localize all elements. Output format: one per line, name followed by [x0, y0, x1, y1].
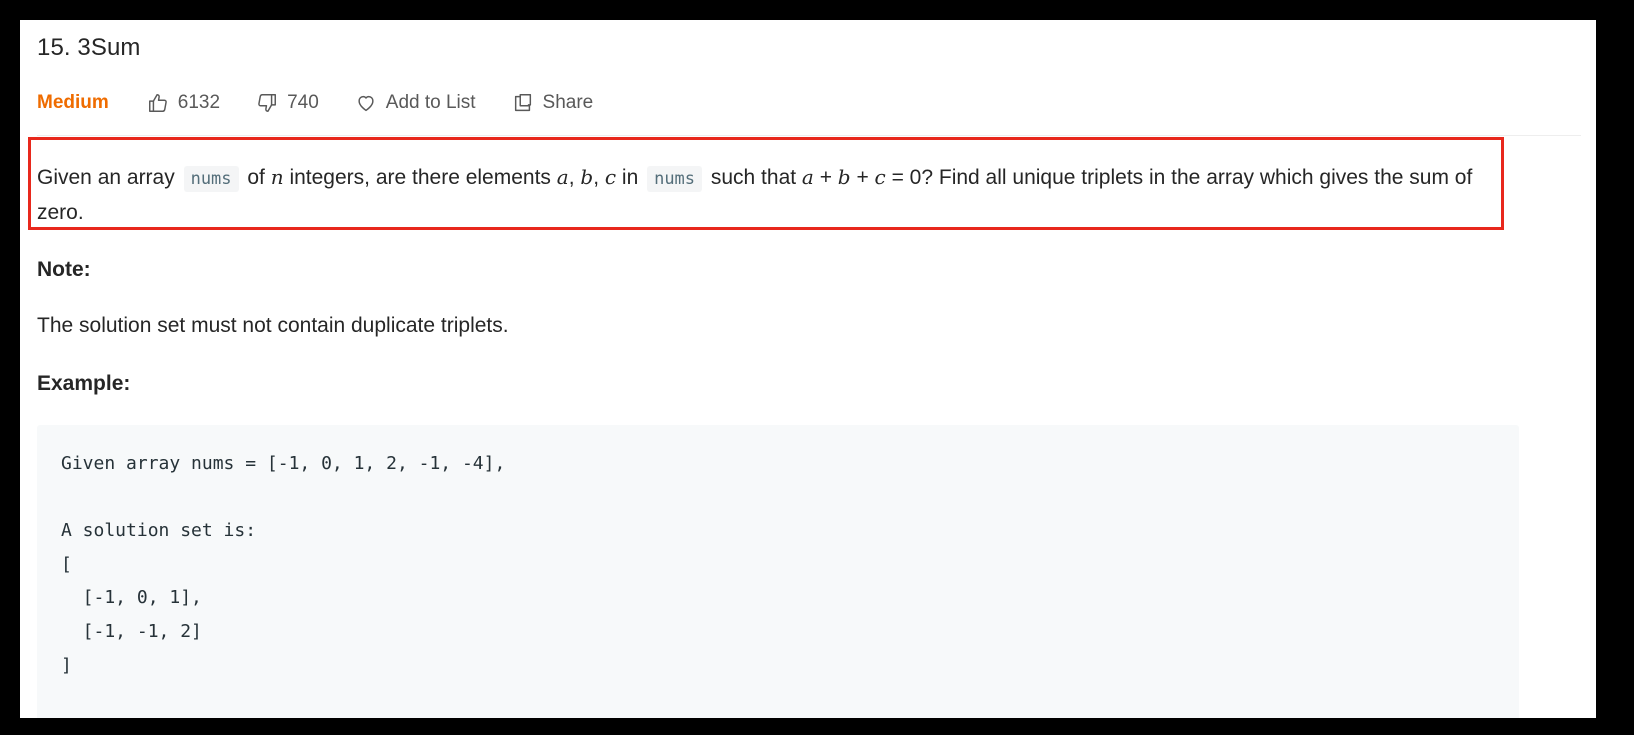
example-code: Given array nums = [-1, 0, 1, 2, -1, -4]… [61, 453, 506, 676]
desc-text: integers, are there elements [283, 166, 557, 189]
dislike-button[interactable]: 740 [256, 92, 319, 114]
like-button[interactable]: 6132 [147, 92, 220, 114]
share-button[interactable]: Share [512, 92, 594, 114]
inline-code-nums: nums [647, 166, 703, 192]
like-count: 6132 [177, 92, 221, 113]
desc-text: + [850, 166, 875, 189]
math-var: a [801, 165, 814, 189]
math-var: b [580, 165, 594, 189]
example-code-block: Given array nums = [-1, 0, 1, 2, -1, -4]… [37, 425, 1519, 718]
desc-text: in [616, 166, 645, 189]
math-var: c [874, 165, 886, 189]
math-var: c [604, 165, 617, 189]
desc-text: Given an array [37, 166, 181, 189]
header-divider [37, 135, 1581, 136]
problem-meta-row: Medium 6132 740 Add to List Share [37, 86, 629, 120]
note-text: The solution set must not contain duplic… [37, 314, 509, 337]
thumbs-up-icon [148, 94, 167, 112]
desc-text: such that [705, 166, 802, 189]
problem-description: Given an array nums of n integers, are t… [37, 160, 1517, 230]
math-var: a [556, 165, 569, 189]
example-heading: Example: [37, 372, 131, 395]
share-label: Share [542, 92, 594, 113]
add-to-list-label: Add to List [385, 92, 476, 113]
desc-text: , [568, 166, 581, 189]
math-var: b [837, 165, 851, 189]
desc-text: , [593, 166, 605, 189]
difficulty-label: Medium [37, 92, 109, 113]
desc-text: of [241, 166, 271, 189]
heart-icon [358, 95, 374, 112]
note-heading: Note: [37, 258, 91, 281]
math-var: n [270, 165, 284, 189]
share-icon [514, 94, 531, 112]
problem-panel: 15. 3Sum Medium 6132 740 Add to List Sha… [20, 20, 1596, 718]
inline-code-nums: nums [183, 166, 239, 192]
problem-title: 15. 3Sum [37, 34, 141, 61]
dislike-count: 740 [287, 92, 319, 113]
add-to-list-button[interactable]: Add to List [355, 92, 476, 114]
desc-text: + [813, 166, 838, 189]
thumbs-down-icon [258, 94, 277, 112]
